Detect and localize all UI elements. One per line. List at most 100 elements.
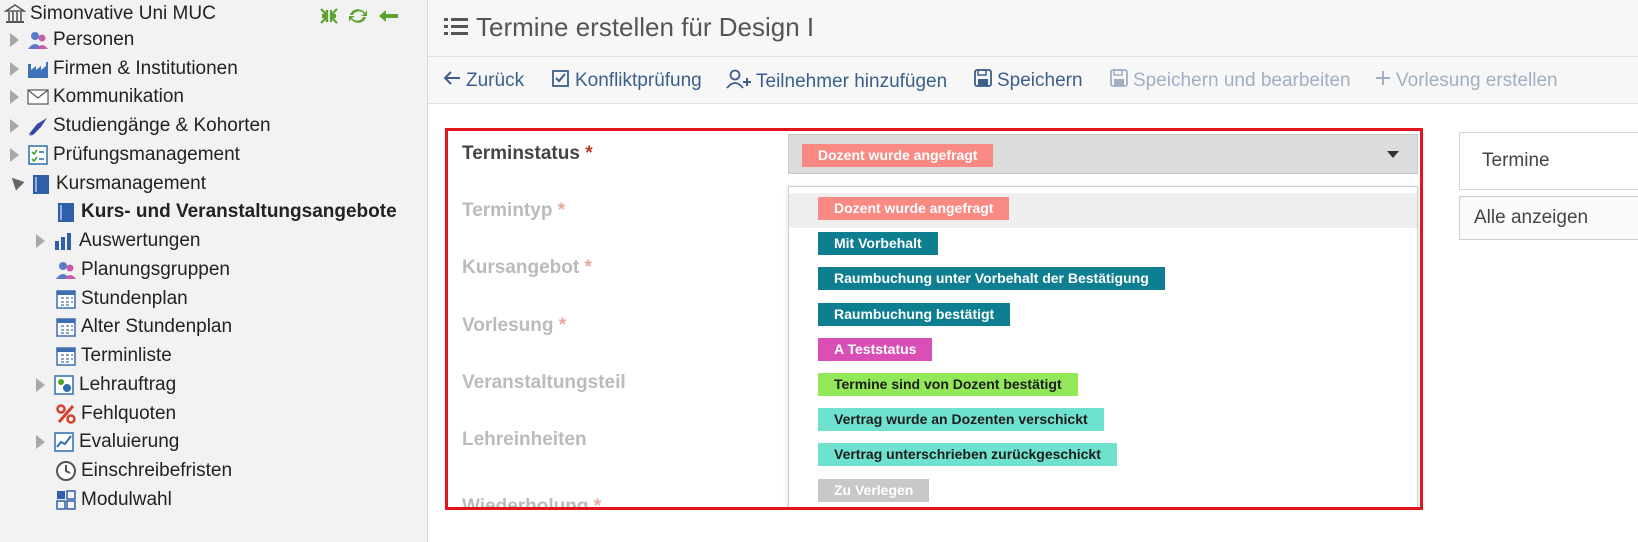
sidebar-item-kursangebote[interactable]: Kurs- und Veranstaltungsangebote (55, 198, 397, 226)
terminstatus-select[interactable]: Dozent wurde angefragt (788, 134, 1418, 174)
status-chip: Dozent wurde angefragt (818, 197, 1010, 220)
collapse-icon[interactable] (318, 6, 340, 26)
selected-status-chip: Dozent wurde angefragt (802, 144, 994, 167)
add-user-icon (726, 69, 752, 95)
book-icon (30, 173, 52, 195)
save-button-label: Speichern (997, 70, 1083, 91)
floppy-disk-icon (973, 69, 993, 93)
add-participants-label: Teilnehmer hinzufügen (756, 71, 948, 92)
veranstaltungsteil-label: Veranstaltungsteil (462, 372, 626, 393)
sidebar-item-fehlquoten[interactable]: Fehlquoten (55, 400, 176, 428)
sidebar-item-studiengaenge[interactable]: Studiengänge & Kohorten (10, 112, 271, 140)
expand-arrow-icon[interactable] (10, 62, 19, 76)
status-chip: Raumbuchung bestätigt (818, 302, 1011, 326)
status-chip: Vertrag wurde an Dozenten verschickt (818, 408, 1104, 432)
sidebar-item-planungsgruppen[interactable]: Planungsgruppen (55, 256, 230, 284)
sidebar-item-auswertungen[interactable]: Auswertungen (36, 227, 200, 255)
sidebar-item-label: Kommunikation (53, 86, 184, 107)
arrow-left-icon (442, 69, 462, 93)
save-and-edit-label: Speichern und bearbeiten (1133, 70, 1351, 91)
percent-icon (55, 403, 77, 425)
expand-arrow-icon[interactable] (10, 148, 19, 162)
exam-checklist-icon (27, 144, 49, 166)
save-and-edit-button[interactable]: Speichern und bearbeiten (1109, 69, 1351, 93)
bar-chart-icon (53, 230, 75, 252)
status-option[interactable]: Mit Vorbehalt (789, 228, 1417, 263)
refresh-icon[interactable] (346, 6, 370, 26)
tab-termine[interactable]: Termine (1459, 132, 1638, 190)
sidebar-item-pruefungsmanagement[interactable]: Prüfungsmanagement (10, 141, 240, 169)
wiederholung-label: Wiederholung * (462, 496, 602, 510)
sidebar-item-label: Personen (53, 29, 135, 50)
show-all-button[interactable]: Alle anzeigen (1459, 196, 1638, 240)
sidebar-item-label: Lehrauftrag (79, 374, 177, 395)
status-chip: Vertrag unterschrieben zurückgeschickt (818, 443, 1117, 467)
conflict-check-button[interactable]: Konfliktprüfung (551, 69, 702, 93)
status-option[interactable]: Vertrag wurde an Dozenten verschickt (789, 404, 1417, 439)
back-button[interactable]: Zurück (442, 69, 524, 93)
back-button-label: Zurück (466, 70, 525, 91)
sidebar-item-evaluierung[interactable]: Evaluierung (36, 428, 179, 456)
people-icon (27, 29, 49, 51)
caret-down-icon (1387, 151, 1399, 158)
tab-termine-label: Termine (1482, 150, 1550, 171)
back-arrow-icon[interactable] (376, 6, 400, 26)
collapse-arrow-icon[interactable] (7, 173, 25, 191)
sidebar-item-label: Planungsgruppen (81, 259, 230, 280)
checkbox-icon (551, 69, 571, 93)
status-option[interactable]: Zu Verlegen (789, 475, 1417, 507)
factory-icon (27, 58, 49, 80)
sidebar-item-lehrauftrag[interactable]: Lehrauftrag (36, 371, 176, 399)
sidebar-item-label: Firmen & Institutionen (53, 58, 238, 79)
status-option[interactable]: Raumbuchung unter Vorbehalt der Bestätig… (789, 263, 1417, 298)
expand-arrow-icon[interactable] (10, 119, 19, 133)
sidebar-item-firmen[interactable]: Firmen & Institutionen (10, 55, 238, 83)
sidebar: Simonvative Uni MUC Personen Firmen & In… (0, 0, 428, 542)
expand-arrow-icon[interactable] (10, 33, 19, 47)
graduation-cap-icon (27, 115, 49, 137)
terminstatus-label: Terminstatus * (462, 143, 593, 164)
sidebar-root[interactable]: Simonvative Uni MUC (4, 0, 216, 28)
status-option[interactable]: Dozent wurde angefragt (789, 193, 1417, 228)
sidebar-item-label: Studiengänge & Kohorten (53, 115, 271, 136)
sidebar-item-label: Einschreibefristen (81, 460, 233, 481)
sidebar-item-stundenplan[interactable]: Stundenplan (55, 285, 188, 313)
termintyp-label: Termintyp * (462, 200, 566, 221)
sidebar-item-modulwahl[interactable]: Modulwahl (55, 486, 172, 514)
sidebar-item-alter-stundenplan[interactable]: Alter Stundenplan (55, 313, 232, 341)
page-header: Termine erstellen für Design I (428, 0, 1638, 57)
expand-arrow-icon[interactable] (36, 378, 45, 392)
conflict-check-label: Konfliktprüfung (575, 70, 702, 91)
calendar-icon (55, 316, 77, 338)
status-chip: Raumbuchung unter Vorbehalt der Bestätig… (818, 267, 1165, 291)
clock-icon (55, 460, 77, 482)
sidebar-item-label: Fehlquoten (81, 403, 177, 424)
sidebar-item-label: Kurs- und Veranstaltungsangebote (81, 201, 397, 222)
sidebar-item-personen[interactable]: Personen (10, 26, 134, 54)
sidebar-item-einschreibefristen[interactable]: Einschreibefristen (55, 457, 232, 485)
create-lecture-button[interactable]: Vorlesung erstellen (1374, 69, 1558, 93)
status-chip: A Teststatus (818, 337, 933, 361)
book-icon (55, 201, 77, 223)
sidebar-tools (318, 6, 400, 26)
sidebar-item-kommunikation[interactable]: Kommunikation (10, 83, 184, 111)
lehreinheiten-label: Lehreinheiten (462, 429, 587, 450)
sidebar-item-kursmanagement[interactable]: Kursmanagement (7, 170, 206, 198)
expand-arrow-icon[interactable] (36, 435, 45, 449)
add-participants-button[interactable]: Teilnehmer hinzufügen (726, 69, 947, 95)
sidebar-item-label: Stundenplan (81, 288, 188, 309)
sidebar-item-label: Terminliste (81, 345, 172, 366)
expand-arrow-icon[interactable] (36, 234, 45, 248)
expand-arrow-icon[interactable] (10, 90, 19, 104)
status-option[interactable]: Vertrag unterschrieben zurückgeschickt (789, 439, 1417, 474)
list-icon (444, 17, 468, 42)
vorlesung-label: Vorlesung * (462, 315, 567, 336)
people-icon (55, 259, 77, 281)
sidebar-item-label: Alter Stundenplan (81, 316, 233, 337)
appointment-form: Terminstatus * Termintyp * Kursangebot *… (445, 128, 1423, 510)
status-option[interactable]: Termine sind von Dozent bestätigt (789, 369, 1417, 404)
status-option[interactable]: Raumbuchung bestätigt (789, 299, 1417, 334)
sidebar-item-terminliste[interactable]: Terminliste (55, 342, 172, 370)
status-option[interactable]: A Teststatus (789, 334, 1417, 369)
save-button[interactable]: Speichern (973, 69, 1083, 93)
